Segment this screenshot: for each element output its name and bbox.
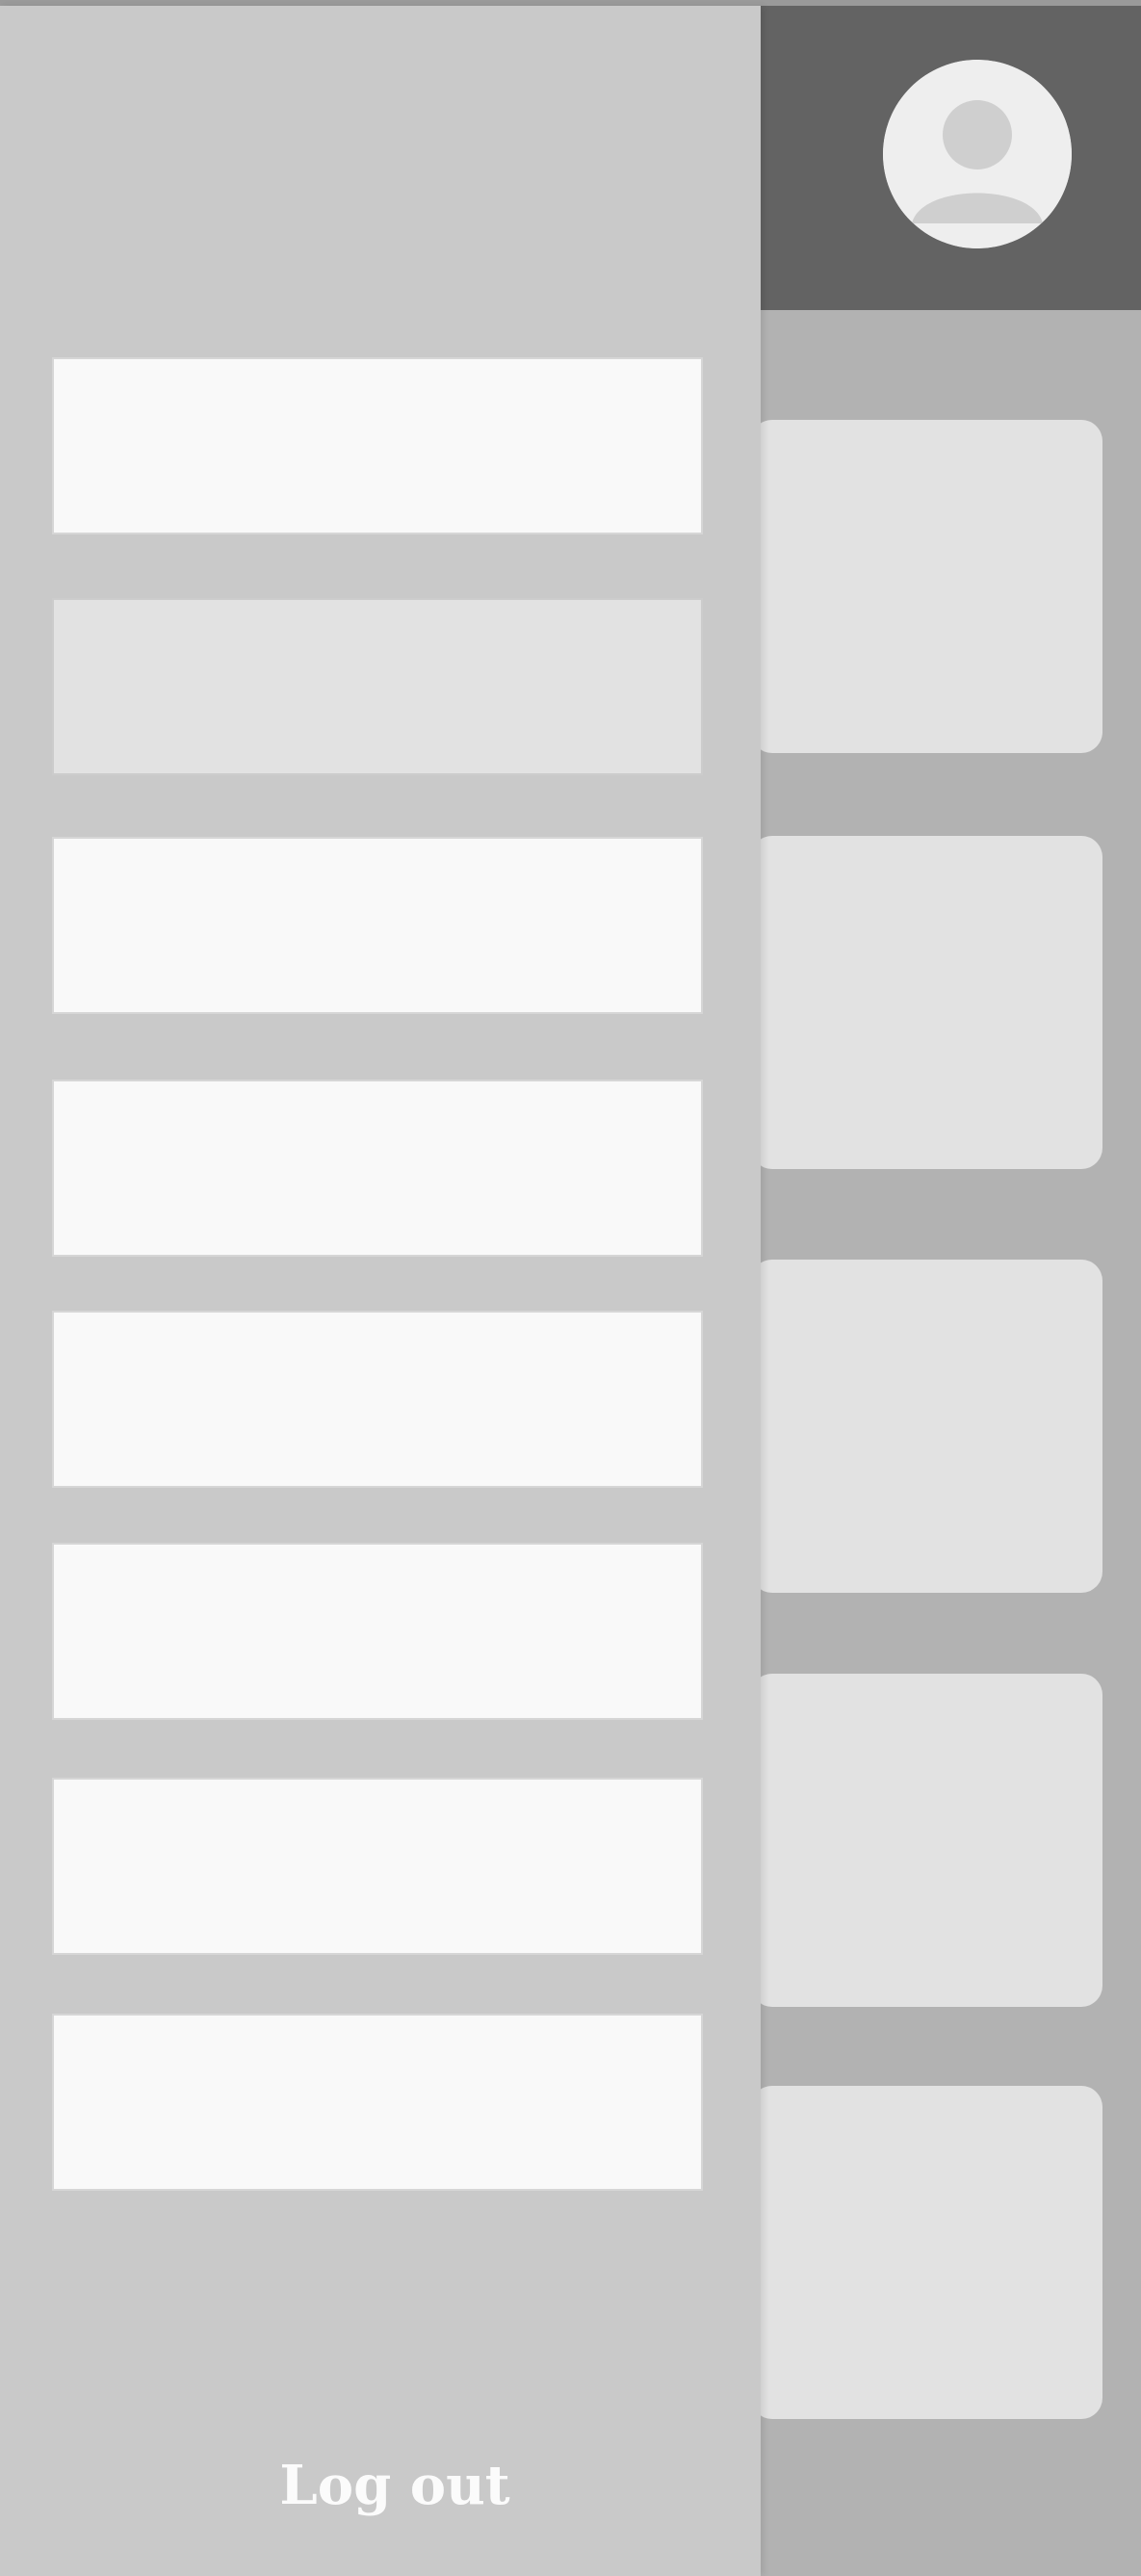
menu-item-5[interactable] <box>52 1311 703 1488</box>
menu-item-6[interactable] <box>52 1543 703 1720</box>
content-card[interactable] <box>751 1674 1102 2007</box>
navigation-drawer: Log out <box>0 6 761 2576</box>
menu-item-8[interactable] <box>52 2014 703 2191</box>
menu-item-7[interactable] <box>52 1778 703 1955</box>
menu-item-3[interactable] <box>52 837 703 1014</box>
menu-item-1[interactable] <box>52 357 703 534</box>
content-card[interactable] <box>751 420 1102 753</box>
logout-button[interactable]: Log out <box>241 2437 549 2534</box>
user-avatar-icon <box>883 60 1072 248</box>
content-card[interactable] <box>751 1260 1102 1593</box>
menu-item-2[interactable] <box>52 598 703 775</box>
content-card[interactable] <box>751 836 1102 1169</box>
profile-avatar[interactable] <box>883 60 1072 248</box>
content-card[interactable] <box>751 2086 1102 2419</box>
menu-item-4[interactable] <box>52 1080 703 1257</box>
